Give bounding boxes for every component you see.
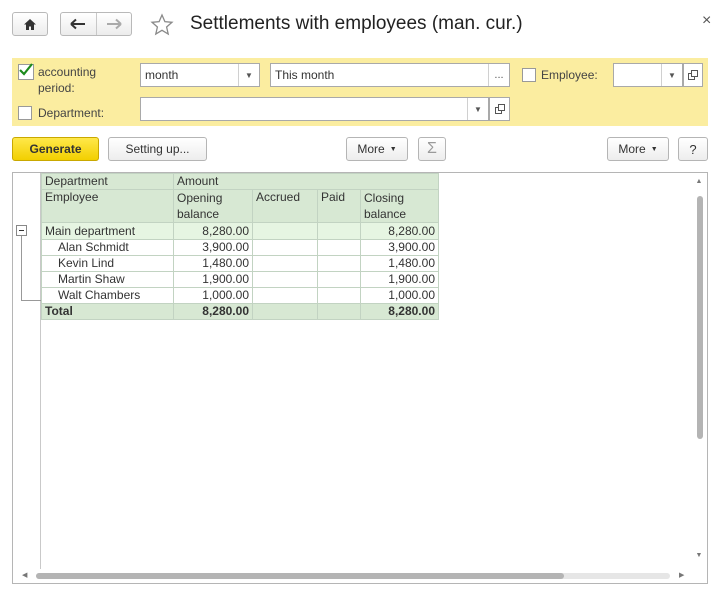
- period-type-select[interactable]: month ▼: [140, 63, 260, 87]
- header-opening-balance: Opening balance: [173, 189, 253, 223]
- more-left-button[interactable]: More ▼: [346, 137, 408, 161]
- row-paid: [317, 271, 361, 288]
- employee-field[interactable]: ▼: [613, 63, 683, 87]
- row-closing: 1,480.00: [360, 255, 439, 272]
- more-right-label: More: [618, 142, 646, 156]
- table-row[interactable]: Alan Schmidt 3,900.00 3,900.00: [41, 239, 439, 256]
- total-opening: 8,280.00: [173, 303, 253, 320]
- row-opening: 1,480.00: [173, 255, 253, 272]
- employee-checkbox[interactable]: [522, 68, 536, 82]
- employee-open-button[interactable]: [683, 63, 703, 87]
- row-employee: Walt Chambers: [41, 287, 174, 304]
- back-button[interactable]: [61, 13, 97, 35]
- department-open-button[interactable]: [489, 97, 510, 121]
- vertical-scrollbar-thumb[interactable]: [697, 196, 703, 439]
- row-accrued: [252, 287, 318, 304]
- home-icon: [24, 18, 36, 30]
- page-title: Settlements with employees (man. cur.): [190, 13, 523, 34]
- row-closing: 1,900.00: [360, 271, 439, 288]
- close-icon[interactable]: ×: [702, 12, 711, 30]
- group-paid: [317, 222, 361, 240]
- total-closing: 8,280.00: [360, 303, 439, 320]
- home-button[interactable]: [12, 12, 48, 36]
- group-closing: 8,280.00: [360, 222, 439, 240]
- header-closing-balance: Closing balance: [360, 189, 439, 223]
- group-opening: 8,280.00: [173, 222, 253, 240]
- period-type-value: month: [145, 68, 179, 82]
- row-opening: 1,900.00: [173, 271, 253, 288]
- forward-button[interactable]: [97, 13, 132, 35]
- chevron-down-icon: ▼: [389, 145, 397, 153]
- setting-up-button[interactable]: Setting up...: [108, 137, 207, 161]
- group-accrued: [252, 222, 318, 240]
- scroll-left-arrow-icon[interactable]: ◀: [22, 571, 32, 581]
- table-row[interactable]: Walt Chambers 1,000.00 1,000.00: [41, 287, 439, 304]
- scroll-right-arrow-icon[interactable]: ▶: [679, 571, 689, 581]
- period-value-field[interactable]: This month ...: [270, 63, 510, 87]
- period-checkbox[interactable]: [18, 63, 34, 80]
- open-window-icon: [494, 104, 505, 114]
- more-right-button[interactable]: More ▼: [607, 137, 669, 161]
- row-accrued: [252, 255, 318, 272]
- dropdown-arrow-icon[interactable]: ▼: [661, 64, 682, 86]
- checkmark-icon: [19, 63, 33, 76]
- total-label: Total: [41, 303, 174, 320]
- row-paid: [317, 239, 361, 256]
- sum-button[interactable]: Σ: [418, 137, 446, 161]
- header-accrued: Accrued: [252, 189, 318, 223]
- header-department: Department: [41, 173, 174, 190]
- group-name: Main department: [41, 222, 174, 240]
- department-field[interactable]: ▼: [140, 97, 489, 121]
- total-row[interactable]: Total 8,280.00 8,280.00: [41, 303, 439, 320]
- header-paid: Paid: [317, 189, 361, 223]
- row-closing: 3,900.00: [360, 239, 439, 256]
- dropdown-arrow-icon[interactable]: ▼: [238, 64, 259, 86]
- scroll-up-arrow-icon[interactable]: ▲: [694, 178, 704, 188]
- collapse-group-icon[interactable]: [16, 225, 27, 236]
- horizontal-scrollbar-thumb[interactable]: [36, 573, 564, 579]
- favorite-star-icon[interactable]: [150, 13, 174, 37]
- open-window-icon: [688, 70, 698, 80]
- department-checkbox[interactable]: [18, 106, 32, 120]
- table-row[interactable]: Martin Shaw 1,900.00 1,900.00: [41, 271, 439, 288]
- row-opening: 3,900.00: [173, 239, 253, 256]
- period-select-button[interactable]: ...: [488, 64, 509, 86]
- more-left-label: More: [357, 142, 385, 156]
- arrow-left-icon: [70, 18, 86, 30]
- help-button[interactable]: ?: [678, 137, 708, 161]
- group-row[interactable]: Main department 8,280.00 8,280.00: [41, 222, 439, 240]
- row-paid: [317, 255, 361, 272]
- generate-button[interactable]: Generate: [12, 137, 99, 161]
- row-employee: Martin Shaw: [41, 271, 174, 288]
- tree-line: [21, 300, 41, 301]
- total-paid: [317, 303, 361, 320]
- header-employee: Employee: [41, 189, 174, 223]
- header-amount: Amount: [173, 173, 439, 190]
- period-label: accounting period:: [38, 65, 97, 95]
- row-employee: Alan Schmidt: [41, 239, 174, 256]
- row-opening: 1,000.00: [173, 287, 253, 304]
- header-row: Employee Opening balance Accrued Paid Cl…: [41, 189, 439, 223]
- chevron-down-icon: ▼: [650, 145, 658, 153]
- department-label: Department:: [38, 106, 105, 120]
- row-closing: 1,000.00: [360, 287, 439, 304]
- nav-buttons: [60, 12, 132, 36]
- employee-label: Employee:: [541, 68, 598, 82]
- row-accrued: [252, 239, 318, 256]
- header-row: Department Amount: [41, 173, 439, 190]
- row-paid: [317, 287, 361, 304]
- table-row[interactable]: Kevin Lind 1,480.00 1,480.00: [41, 255, 439, 272]
- scroll-down-arrow-icon[interactable]: ▼: [694, 552, 704, 562]
- row-employee: Kevin Lind: [41, 255, 174, 272]
- arrow-right-icon: [106, 18, 122, 30]
- sigma-icon: Σ: [427, 140, 437, 157]
- period-value: This month: [275, 68, 335, 82]
- row-accrued: [252, 271, 318, 288]
- report-table: Department Amount Employee Opening balan…: [41, 173, 439, 320]
- total-accrued: [252, 303, 318, 320]
- dropdown-arrow-icon[interactable]: ▼: [467, 98, 488, 120]
- tree-line: [21, 236, 22, 301]
